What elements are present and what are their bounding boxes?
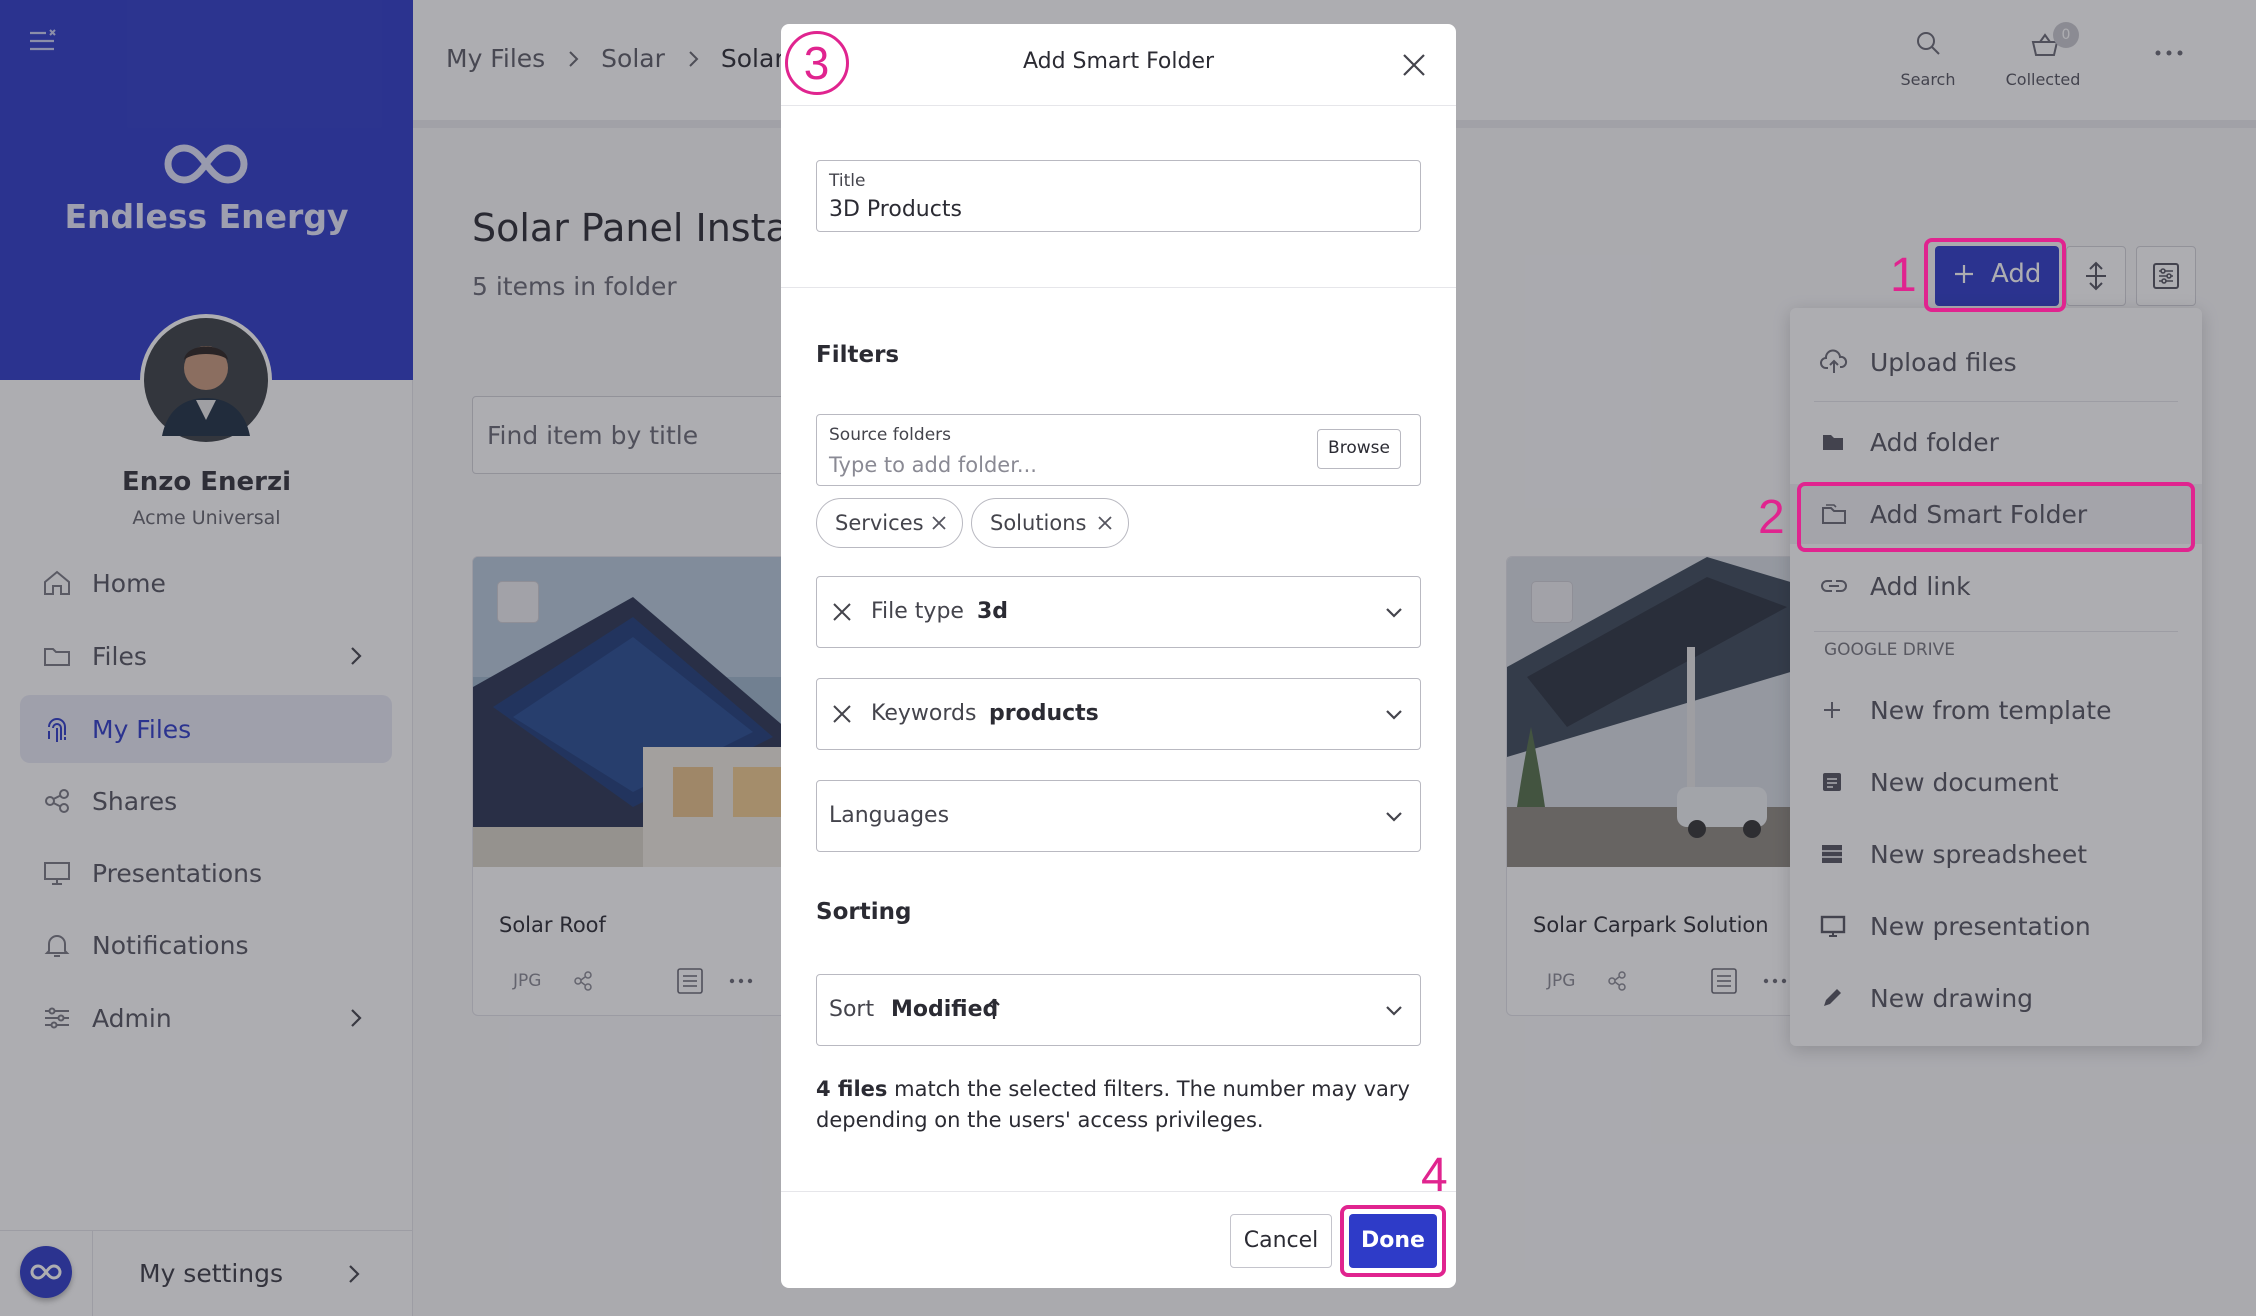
step-number: 2 (1758, 491, 1785, 544)
sort-label: Sort (829, 997, 875, 1022)
remove-chip-icon[interactable] (1096, 514, 1114, 532)
languages-select[interactable]: Languages (816, 780, 1421, 852)
chevron-down-icon (1382, 703, 1406, 727)
keywords-select[interactable]: Keywords products (816, 678, 1421, 750)
dialog-title: Add Smart Folder (1022, 49, 1215, 74)
clear-filter-icon[interactable] (831, 601, 853, 623)
match-text: match the selected filters. The number m… (816, 1077, 1410, 1132)
source-folders-placeholder: Type to add folder... (829, 453, 1037, 477)
languages-label: Languages (829, 803, 950, 828)
chip-label: Services (835, 511, 924, 535)
keywords-label: Keywords (871, 701, 977, 726)
source-folders-label: Source folders (829, 425, 951, 445)
source-folders-field[interactable]: Source folders Type to add folder... Bro… (816, 414, 1421, 486)
add-smart-folder-dialog: 3 Add Smart Folder Title 3D Products Fil… (781, 24, 1456, 1288)
step-number: 1 (1890, 249, 1917, 302)
title-field-label: Title (829, 171, 866, 191)
sort-value: Modified (891, 997, 999, 1022)
chevron-down-icon (1382, 999, 1406, 1023)
remove-chip-icon[interactable] (930, 514, 948, 532)
chip-label: Solutions (990, 511, 1087, 535)
folder-chip-services: Services (816, 498, 963, 548)
sorting-heading: Sorting (816, 899, 912, 925)
highlight-add-button (1924, 238, 2066, 312)
chevron-down-icon (1382, 601, 1406, 625)
highlight-add-smart-folder (1797, 482, 2195, 552)
browse-button[interactable]: Browse (1317, 429, 1401, 469)
file-type-value: 3d (977, 599, 1009, 624)
highlight-done-button (1340, 1205, 1446, 1277)
title-field-value: 3D Products (829, 197, 962, 222)
cancel-button[interactable]: Cancel (1230, 1214, 1332, 1268)
step-number: 4 (1421, 1149, 1448, 1202)
file-type-label: File type (871, 599, 964, 624)
arrow-up-icon (987, 997, 1001, 1021)
clear-filter-icon[interactable] (831, 703, 853, 725)
keywords-value: products (989, 701, 1099, 726)
filters-heading: Filters (816, 342, 900, 368)
folder-chip-solutions: Solutions (971, 498, 1129, 548)
match-count: 4 files (816, 1077, 888, 1101)
sort-select[interactable]: Sort Modified (816, 974, 1421, 1046)
title-field[interactable]: Title 3D Products (816, 160, 1421, 232)
file-type-select[interactable]: File type 3d (816, 576, 1421, 648)
chevron-down-icon (1382, 805, 1406, 829)
match-info: 4 files match the selected filters. The … (816, 1074, 1421, 1136)
close-icon[interactable] (1401, 52, 1427, 78)
